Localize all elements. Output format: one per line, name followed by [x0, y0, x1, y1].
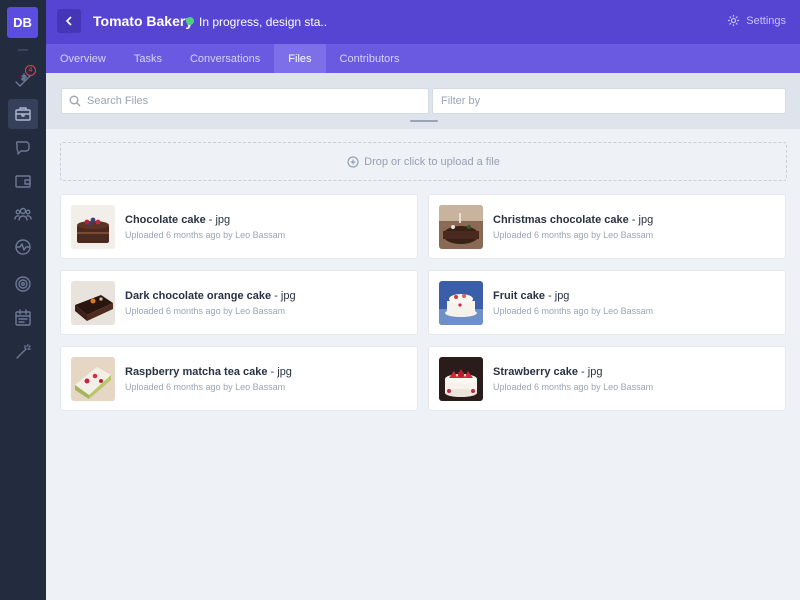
file-card[interactable]: Strawberry cake - jpg Uploaded 6 months … [428, 346, 786, 411]
rail-item-tools[interactable] [8, 337, 38, 367]
file-name: Chocolate cake [125, 214, 206, 226]
page-title: Tomato Bakery [93, 13, 194, 29]
file-extension: - jpg [267, 366, 292, 378]
file-meta: Uploaded 6 months ago by Leo Bassam [125, 230, 286, 240]
project-header: Tomato Bakery In progress, design sta.. … [46, 0, 800, 44]
file-name: Fruit cake [493, 290, 545, 302]
upload-label: Drop or click to upload a file [364, 155, 500, 168]
tab-contributors[interactable]: Contributors [326, 44, 414, 73]
file-thumbnail [71, 281, 115, 325]
calendar-icon [15, 309, 31, 326]
magic-wand-icon [16, 344, 31, 359]
project-status[interactable]: In progress, design sta.. [199, 15, 327, 29]
search-icon [69, 95, 81, 107]
file-extension: - jpg [544, 290, 570, 302]
file-meta: Uploaded 6 months ago by Leo Bassam [493, 382, 654, 392]
briefcase-icon [15, 107, 31, 121]
file-meta: Uploaded 6 months ago by Leo Bassam [493, 306, 654, 316]
file-title: Christmas chocolate cake - jpg [493, 214, 653, 226]
rail-item-activity[interactable] [8, 232, 38, 262]
avatar[interactable]: DB [7, 7, 38, 38]
file-extension: - jpg [271, 290, 296, 302]
notification-badge: 4 [25, 65, 36, 76]
file-extension: - jpg [578, 366, 603, 378]
project-tabs: Overview Tasks Conversations Files Contr… [46, 44, 800, 73]
rail-item-messages[interactable] [8, 132, 38, 162]
file-card[interactable]: Fruit cake - jpg Uploaded 6 months ago b… [428, 270, 786, 335]
rail-item-wallet[interactable] [8, 166, 38, 196]
file-card[interactable]: Dark chocolate orange cake - jpg Uploade… [60, 270, 418, 335]
settings-label: Settings [746, 14, 786, 27]
file-card[interactable]: Raspberry matcha tea cake - jpg Uploaded… [60, 346, 418, 411]
file-title: Strawberry cake - jpg [493, 366, 602, 378]
upload-dropzone[interactable]: Drop or click to upload a file [60, 142, 787, 181]
search-input[interactable] [87, 95, 387, 107]
rail-item-goals[interactable] [8, 269, 38, 299]
file-title: Dark chocolate orange cake - jpg [125, 290, 296, 302]
tab-tasks[interactable]: Tasks [120, 44, 176, 73]
team-icon [14, 207, 32, 221]
file-name: Christmas chocolate cake [493, 214, 629, 226]
file-thumbnail [439, 281, 483, 325]
file-name: Dark chocolate orange cake [125, 290, 272, 302]
plus-circle-icon [347, 155, 359, 168]
file-meta: Uploaded 6 months ago by Leo Bassam [493, 230, 654, 240]
file-thumbnail [439, 357, 483, 401]
drag-handle[interactable] [410, 120, 438, 122]
file-thumbnail [439, 205, 483, 249]
chat-icon [15, 141, 30, 155]
tab-conversations[interactable]: Conversations [176, 44, 274, 73]
file-title: Chocolate cake - jpg [125, 214, 230, 226]
rail-item-calendar[interactable] [8, 303, 38, 333]
file-name: Strawberry cake [493, 366, 578, 378]
rail-item-projects[interactable] [8, 99, 38, 129]
status-dot-icon [186, 17, 194, 25]
files-toolbar [46, 73, 800, 129]
wallet-icon [15, 175, 31, 188]
file-thumbnail [71, 205, 115, 249]
rail-divider [18, 49, 28, 51]
rail-item-team[interactable] [8, 199, 38, 229]
rail-item-finance[interactable]: 4 [8, 65, 38, 95]
filter-field[interactable] [432, 88, 786, 114]
settings-button[interactable]: Settings [727, 14, 786, 27]
file-meta: Uploaded 6 months ago by Leo Bassam [125, 306, 286, 316]
tab-overview[interactable]: Overview [46, 44, 120, 73]
gear-icon [728, 14, 740, 27]
tab-files[interactable]: Files [274, 44, 326, 73]
file-meta: Uploaded 6 months ago by Leo Bassam [125, 382, 286, 392]
file-title: Raspberry matcha tea cake - jpg [125, 366, 292, 378]
file-extension: - jpg [628, 214, 654, 226]
search-field[interactable] [61, 88, 429, 114]
sidebar-rail: DB 4 [0, 0, 46, 600]
file-card[interactable]: Chocolate cake - jpg Uploaded 6 months a… [60, 194, 418, 259]
file-card[interactable]: Christmas chocolate cake - jpg Uploaded … [428, 194, 786, 259]
filter-input[interactable] [441, 95, 741, 107]
target-icon [15, 276, 31, 292]
activity-icon [15, 239, 31, 255]
file-title: Fruit cake - jpg [493, 290, 569, 302]
back-button[interactable] [57, 9, 81, 33]
file-extension: - jpg [205, 214, 231, 226]
chevron-left-icon [65, 16, 72, 26]
file-thumbnail [71, 357, 115, 401]
file-name: Raspberry matcha tea cake [125, 366, 268, 378]
